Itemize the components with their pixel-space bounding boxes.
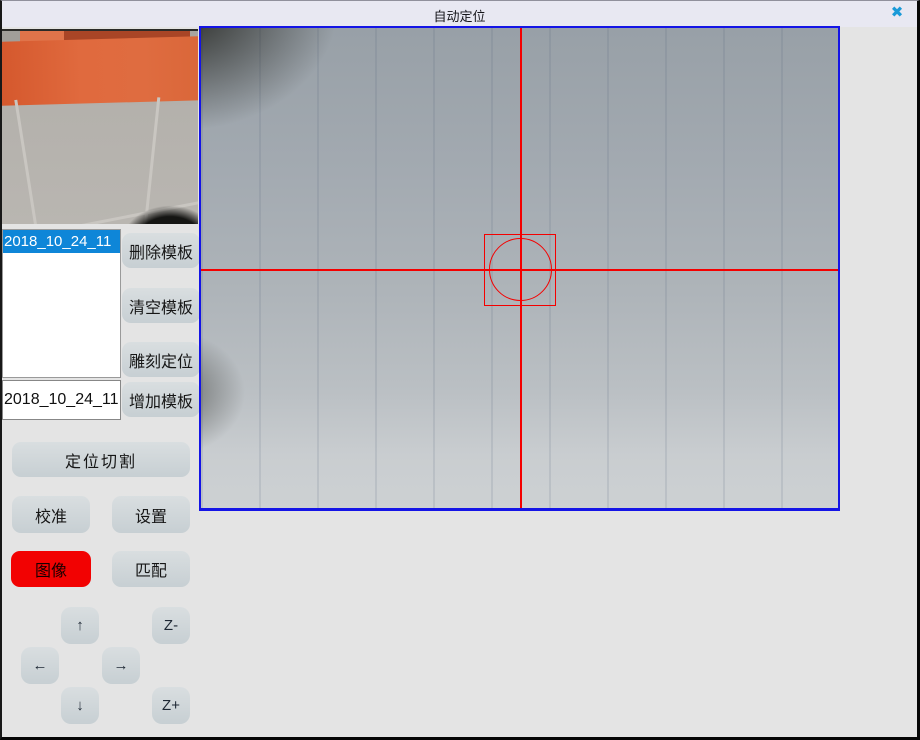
delete-template-button[interactable]: 删除模板 [122, 233, 200, 268]
position-cut-button[interactable]: 定位切割 [12, 442, 190, 477]
template-list[interactable]: 2018_10_24_11 [2, 229, 121, 378]
engrave-position-button[interactable]: 雕刻定位 [122, 342, 200, 377]
titlebar: 自动定位 ✖ [2, 1, 917, 27]
match-button[interactable]: 匹配 [112, 551, 190, 587]
image-button[interactable]: 图像 [11, 551, 91, 587]
jog-left-button[interactable]: ← [21, 647, 59, 684]
calibrate-button[interactable]: 校准 [12, 496, 90, 533]
jog-right-button[interactable]: → [102, 647, 140, 684]
template-name-input[interactable] [2, 380, 121, 420]
jog-down-button[interactable]: ↓ [61, 687, 99, 724]
add-template-button[interactable]: 增加模板 [122, 382, 200, 417]
settings-button[interactable]: 设置 [112, 496, 190, 533]
jog-z-plus-button[interactable]: Z+ [152, 687, 190, 724]
thumbnail-dark-object [2, 31, 198, 224]
clear-templates-button[interactable]: 清空模板 [122, 288, 200, 323]
list-item[interactable]: 2018_10_24_11 [3, 230, 120, 253]
close-icon[interactable]: ✖ [888, 4, 906, 22]
template-thumbnail [2, 29, 198, 224]
jog-up-button[interactable]: ↑ [61, 607, 99, 644]
camera-view[interactable] [199, 26, 840, 511]
window-title: 自动定位 [2, 6, 917, 25]
jog-z-minus-button[interactable]: Z- [152, 607, 190, 644]
auto-position-window: 自动定位 ✖ 2018_10_24_11 删除模板 清空模板 雕刻定位 增加模板… [0, 0, 920, 740]
roi-circle [489, 238, 552, 301]
